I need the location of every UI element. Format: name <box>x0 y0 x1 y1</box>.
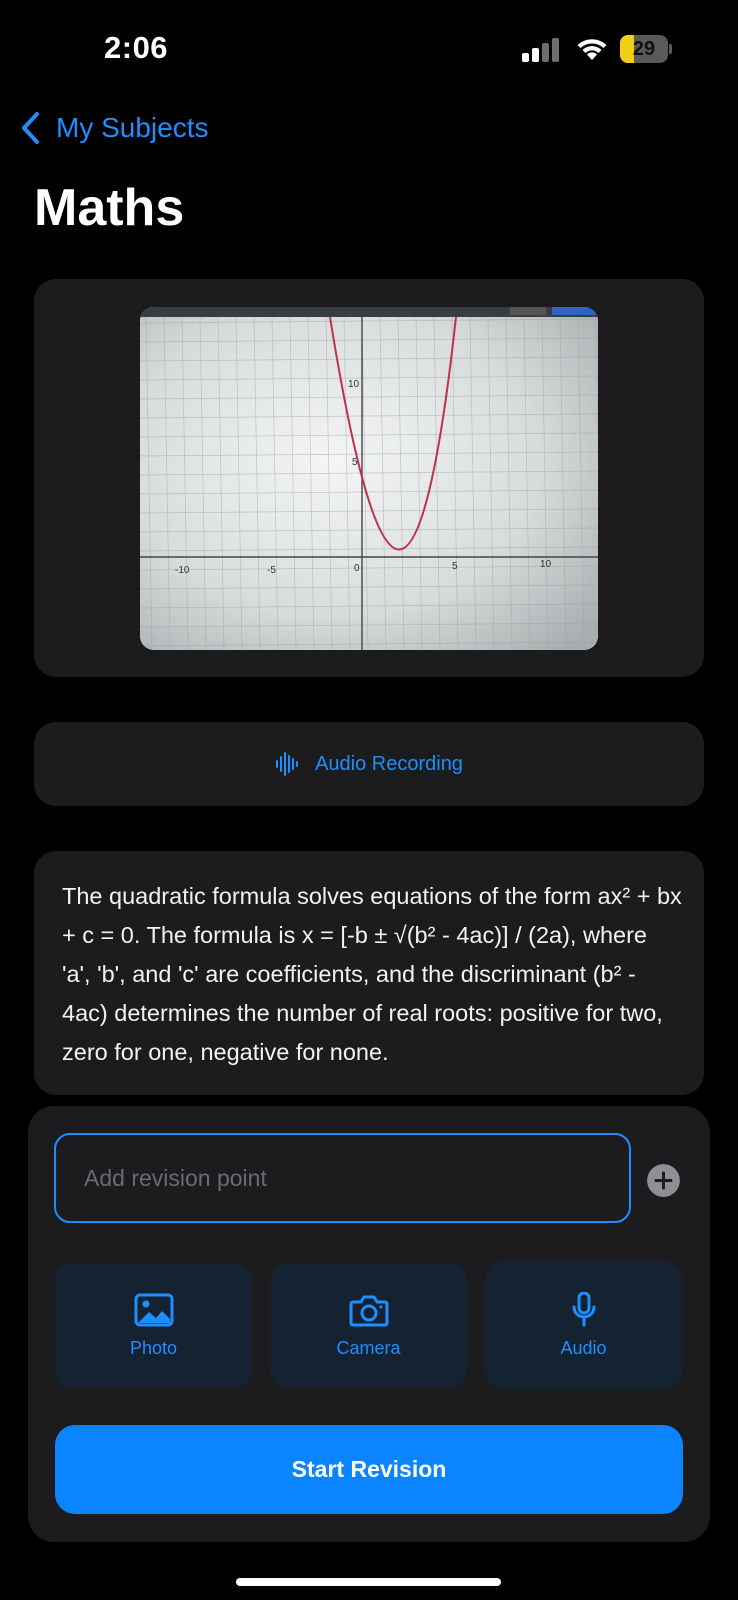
back-button[interactable]: My Subjects <box>18 110 209 146</box>
x-tick: 0 <box>354 563 360 574</box>
waveform-icon <box>276 752 299 776</box>
camera-icon <box>349 1295 388 1327</box>
back-label: My Subjects <box>56 112 209 143</box>
camera-button[interactable]: Camera <box>270 1263 467 1388</box>
microphone-icon <box>572 1291 595 1326</box>
chevron-left-icon <box>22 112 39 144</box>
revision-point-field[interactable] <box>54 1133 631 1223</box>
x-tick: 5 <box>452 561 458 572</box>
battery-level: 29 <box>632 38 656 60</box>
home-indicator[interactable] <box>236 1578 501 1586</box>
audio-recording-label: Audio Recording <box>315 752 463 775</box>
wifi-icon <box>577 39 607 60</box>
photo-label: Photo <box>129 1338 178 1358</box>
start-revision-button[interactable]: Start Revision <box>55 1425 683 1514</box>
camera-label: Camera <box>336 1338 401 1358</box>
audio-button[interactable]: Audio <box>485 1261 682 1389</box>
graph-photo[interactable]: -10 -5 0 5 10 10 5 <box>140 307 598 650</box>
audio-recording-button[interactable]: Audio Recording <box>34 722 704 806</box>
y-tick: 10 <box>348 379 360 390</box>
status-time: 2:06 <box>104 30 169 65</box>
battery-indicator: 29 <box>620 35 672 63</box>
add-point-button[interactable] <box>647 1164 680 1197</box>
audio-label: Audio <box>560 1337 607 1358</box>
x-tick: -10 <box>175 565 190 576</box>
cellular-signal-icon <box>522 38 559 62</box>
revision-point-input[interactable] <box>56 1135 629 1221</box>
photo-icon <box>134 1293 173 1327</box>
page-title: Maths <box>34 179 185 237</box>
photo-button[interactable]: Photo <box>55 1263 252 1388</box>
x-tick: -5 <box>267 565 276 576</box>
x-tick: 10 <box>540 559 552 570</box>
revision-note-card: The quadratic formula solves equations o… <box>34 851 704 1095</box>
revision-note-text: The quadratic formula solves equations o… <box>62 883 682 1065</box>
graph-image: -10 -5 0 5 10 10 5 <box>140 307 598 650</box>
